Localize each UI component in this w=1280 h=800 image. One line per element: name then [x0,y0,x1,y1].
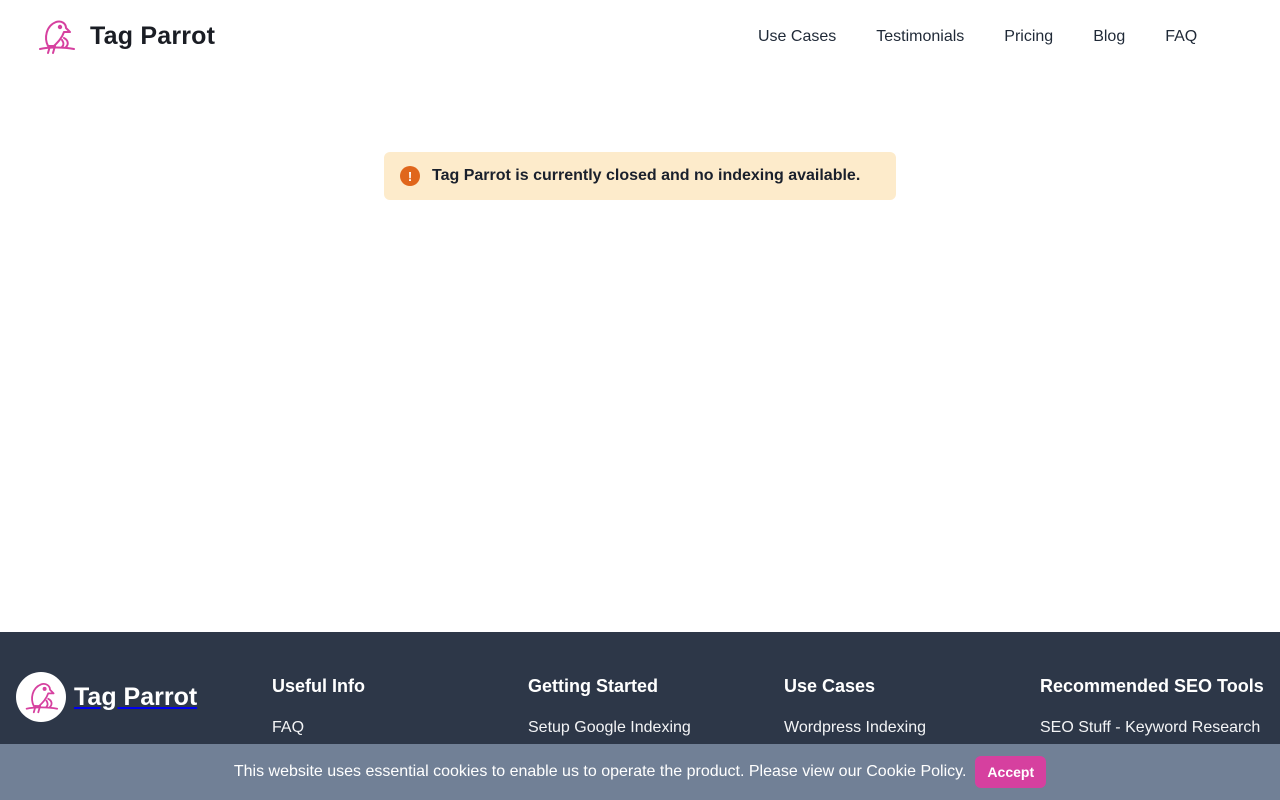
nav-blog[interactable]: Blog [1073,26,1145,48]
footer-link-seo-stuff[interactable]: SEO Stuff - Keyword Research [1040,718,1264,738]
nav-faq[interactable]: FAQ [1145,26,1217,48]
nav-pricing[interactable]: Pricing [984,26,1073,48]
footer-column-title: Use Cases [784,676,876,696]
nav-use-cases[interactable]: Use Cases [738,26,856,48]
footer-logo [16,672,66,722]
parrot-icon [25,683,59,714]
footer-column-use-cases: Use Cases Wordpress Indexing [784,676,926,738]
site-header: Tag Parrot Use Cases Testimonials Pricin… [0,0,1280,76]
footer-link-faq[interactable]: FAQ [272,718,365,738]
nav-testimonials[interactable]: Testimonials [856,26,984,48]
footer-link-setup-google-indexing[interactable]: Setup Google Indexing [528,718,691,738]
brand-home-link[interactable]: Tag Parrot [36,16,215,56]
cookie-banner: This website uses essential cookies to e… [0,744,1280,800]
footer-column-title: Useful Info [272,676,365,696]
brand-name: Tag Parrot [90,21,216,50]
footer-column-getting-started: Getting Started Setup Google Indexing [528,676,691,738]
footer-link-wordpress-indexing[interactable]: Wordpress Indexing [784,718,926,738]
footer-column-title: Recommended SEO Tools [1040,676,1264,696]
exclamation-circle-icon: ! [400,166,420,186]
footer-brand-name: Tag Parrot [74,682,198,711]
parrot-icon [39,20,75,54]
accept-cookies-button[interactable]: Accept [975,756,1047,788]
footer-column-useful-info: Useful Info FAQ [272,676,365,738]
footer-column-seo-tools: Recommended SEO Tools SEO Stuff - Keywor… [1040,676,1264,738]
footer-column-title: Getting Started [528,676,659,696]
cookie-message: This website uses essential cookies to e… [233,763,967,780]
main-nav: Use Cases Testimonials Pricing Blog FAQ [738,26,1217,48]
alert-message: Tag Parrot is currently closed and no in… [432,167,861,184]
footer-brand-link[interactable]: Tag Parrot [16,672,197,722]
closed-status-alert: ! Tag Parrot is currently closed and no … [384,152,896,200]
